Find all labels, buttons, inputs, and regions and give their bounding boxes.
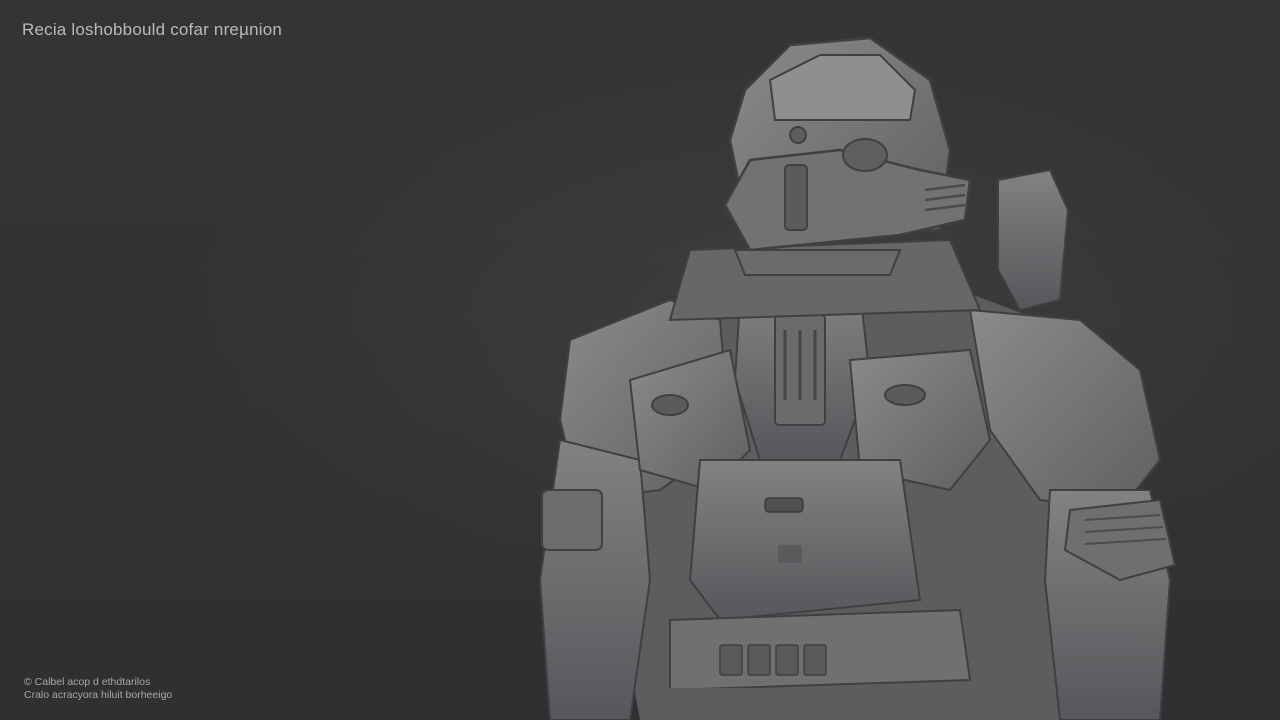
helmet-visor-eye [842,138,888,172]
chest-left-socket [651,394,689,416]
footer-line-2: Cralo acracyora hiluit borheeigo [24,689,173,701]
backpack-module [997,168,1070,312]
footer-credits: © Calbel acop d ethdtarilos Cralo acracy… [24,676,172,702]
left-arm-vent [541,489,603,551]
lower-torso [660,688,980,720]
helmet-jaw [733,249,902,276]
left-arm [538,438,652,720]
abdomen-plate [688,459,922,622]
page-title: Recia loshobbould cofar nreµnion [22,20,283,39]
abdomen-label-plate [778,545,802,563]
helmet-sensor [789,126,807,144]
footer-line-1: © Calbel acop d ethdtarilos [24,676,151,688]
chest-right-socket [884,384,926,406]
armor-character-render [538,36,1177,720]
abdomen-indicator [764,497,804,513]
helmet-mouth-slot [784,164,808,231]
